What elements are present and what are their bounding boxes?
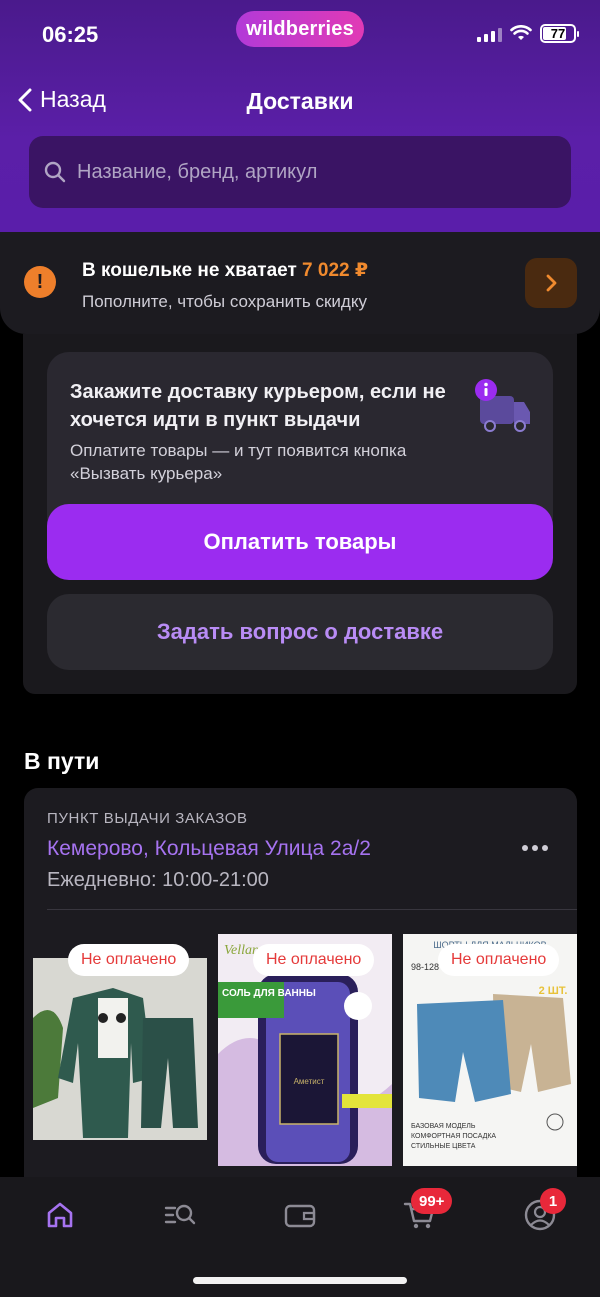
- pay-button[interactable]: Оплатить товары: [47, 504, 553, 580]
- status-time: 06:25: [42, 22, 99, 47]
- tab-catalog[interactable]: [160, 1195, 200, 1235]
- product-3-pack: 2 ШТ.: [539, 985, 568, 997]
- wallet-icon: [284, 1204, 316, 1228]
- unpaid-badge: Не оплачено: [253, 944, 375, 976]
- cart-count-badge: 99+: [411, 1188, 453, 1214]
- pickup-point-hours: Ежедневно: 10:00-21:00: [47, 869, 269, 891]
- tab-wallet[interactable]: [280, 1195, 320, 1235]
- home-indicator: [193, 1277, 407, 1284]
- status-icons: 77: [477, 24, 579, 43]
- product-3-feature-2: КОМФОРТНАЯ ПОСАДКА: [411, 1133, 496, 1140]
- more-options-icon[interactable]: [522, 845, 548, 851]
- wifi-icon: [510, 25, 532, 40]
- battery-icon: 77: [540, 24, 579, 43]
- warning-icon: !: [24, 266, 56, 298]
- product-3-sizes: 98-128: [411, 962, 439, 972]
- courier-promo-title: Закажите доставку курьером, если не хоче…: [70, 381, 446, 431]
- wallet-alert-title: В кошельке не хватает 7 022 ₽: [82, 259, 368, 282]
- wallet-alert-card[interactable]: [0, 232, 600, 334]
- courier-promo-subtitle: Оплатите товары — и тут появится кнопка …: [70, 441, 407, 483]
- wallet-alert-amount: 7 022 ₽: [302, 260, 369, 281]
- chevron-right-icon: [546, 274, 557, 292]
- product-3-feature-3: СТИЛЬНЫЕ ЦВЕТА: [411, 1143, 476, 1150]
- home-icon: [47, 1202, 73, 1228]
- divider: [47, 909, 577, 910]
- wallet-alert-subtitle: Пополните, чтобы сохранить скидку: [82, 292, 367, 311]
- product-image-1[interactable]: [33, 958, 207, 1140]
- product-3-feature-1: БАЗОВАЯ МОДЕЛЬ: [411, 1123, 476, 1130]
- section-title-in-transit: В пути: [24, 748, 100, 774]
- profile-notification-badge: 1: [540, 1188, 566, 1214]
- search-placeholder: Название, бренд, артикул: [77, 160, 318, 183]
- product-2-title: СОЛЬ ДЛЯ ВАННЫ: [222, 988, 316, 999]
- ask-delivery-question-button[interactable]: Задать вопрос о доставке: [47, 594, 553, 670]
- wallet-topup-button[interactable]: [525, 258, 577, 308]
- tab-home[interactable]: [40, 1195, 80, 1235]
- signal-icon: [477, 26, 502, 42]
- pickup-point-address[interactable]: Кемерово, Кольцевая Улица 2а/2: [47, 837, 371, 861]
- catalog-search-icon: [164, 1204, 196, 1225]
- wildberries-logo: wildberries: [236, 11, 364, 47]
- search-icon: [44, 161, 66, 183]
- wallet-alert-text: В кошельке не хватает: [82, 260, 297, 281]
- unpaid-badge: Не оплачено: [68, 944, 190, 976]
- courier-truck-icon: [475, 379, 530, 432]
- search-input[interactable]: Название, бренд, артикул: [29, 136, 571, 208]
- product-2-variant: Аметист: [294, 1077, 325, 1086]
- page-title: Доставки: [246, 88, 354, 114]
- unpaid-badge: Не оплачено: [438, 944, 560, 976]
- pickup-point-label: ПУНКТ ВЫДАЧИ ЗАКАЗОВ: [47, 810, 248, 827]
- battery-level: 77: [550, 26, 566, 41]
